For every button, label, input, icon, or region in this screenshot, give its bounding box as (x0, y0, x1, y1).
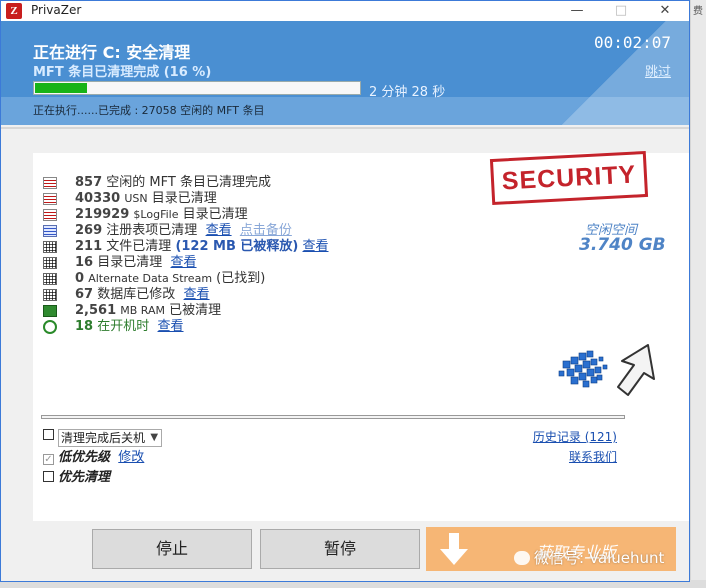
privazer-logo-icon: Z (6, 3, 22, 19)
view-folders-link[interactable]: 查看 (171, 255, 197, 270)
maximize-button[interactable]: □ (601, 1, 641, 21)
item-text: 注册表项已清理 (106, 223, 198, 238)
backup-link[interactable]: 点击备份 (240, 223, 292, 238)
status-header: 正在进行 C: 安全清理 MFT 条目已清理完成 (16 %) 00:02:07… (1, 21, 689, 125)
item-text: 已被清理 (169, 303, 222, 318)
view-databases-link[interactable]: 查看 (184, 287, 210, 302)
priority-clean-label: 优先清理 (58, 470, 111, 485)
progress-fill (35, 83, 87, 93)
shutdown-option: 清理完成后关机 ▼ (43, 428, 163, 447)
contact-link[interactable]: 联系我们 (569, 448, 617, 465)
item-count: 2,561 (75, 303, 117, 318)
download-arrow-icon (440, 533, 468, 565)
item-count: 857 (75, 175, 103, 190)
item-text: 在开机时 (97, 319, 150, 334)
privazer-window: Z PrivaZer — □ ✕ 正在进行 C: 安全清理 MFT 条目已清理完… (0, 0, 690, 582)
close-button[interactable]: ✕ (645, 1, 685, 21)
grid-icon (43, 273, 57, 285)
priority-clean-option: 优先清理 (43, 466, 110, 485)
background-window-edge (690, 0, 706, 588)
startup-clock-icon (43, 320, 57, 334)
registry-icon (43, 225, 57, 237)
shutdown-dropdown[interactable]: 清理完成后关机 ▼ (58, 429, 163, 447)
stamp-text: SECURITY (501, 160, 637, 196)
red-bars-icon (43, 209, 57, 221)
title-bar[interactable]: Z PrivaZer — □ ✕ (1, 1, 689, 21)
item-count: 219929 (75, 207, 130, 222)
cleanup-subtitle: MFT 条目已清理完成 (16 %) (33, 65, 212, 80)
cleanup-title: 正在进行 C: 安全清理 (33, 43, 191, 62)
item-count: 16 (75, 255, 94, 270)
elapsed-timer: 00:02:07 (593, 33, 671, 52)
watermark: 微信号: Valuehunt (514, 547, 664, 568)
free-space-value: 3.740 GB (579, 235, 666, 255)
freed-space-note: (122 MB 已被释放) (175, 239, 299, 254)
stop-button[interactable]: 停止 (92, 529, 252, 569)
view-registry-link[interactable]: 查看 (206, 223, 232, 238)
security-stamp: SECURITY (489, 150, 649, 206)
item-label: $LogFile (133, 208, 179, 221)
skip-link[interactable]: 跳过 (645, 61, 671, 80)
view-startup-link[interactable]: 查看 (158, 319, 184, 334)
wechat-icon (514, 551, 530, 565)
background-window-text: 费 (693, 6, 703, 17)
horizontal-scrollbar[interactable] (41, 415, 625, 419)
item-count: 67 (75, 287, 94, 302)
item-count: 0 (75, 271, 85, 286)
modify-link[interactable]: 修改 (118, 450, 144, 465)
red-bars-icon (43, 177, 57, 189)
view-files-link[interactable]: 查看 (303, 239, 329, 254)
shutdown-label: 清理完成后关机 (61, 431, 146, 445)
minimize-button[interactable]: — (557, 1, 597, 21)
low-priority-checkbox[interactable]: ✓ (43, 454, 54, 465)
item-text: 目录已清理 (151, 191, 217, 206)
item-text: (已找到) (216, 271, 266, 286)
item-text: 目录已清理 (97, 255, 163, 270)
item-label: MB RAM (120, 304, 166, 317)
item-text: 目录已清理 (182, 207, 248, 222)
priority-clean-checkbox[interactable] (43, 471, 54, 482)
item-count: 18 (75, 319, 94, 334)
item-label: Alternate Data Stream (88, 272, 213, 285)
history-link[interactable]: 历史记录 (121) (533, 428, 617, 445)
window-title: PrivaZer (31, 3, 82, 17)
ram-icon (43, 305, 57, 317)
grid-icon (43, 289, 57, 301)
grid-icon (43, 241, 57, 253)
low-priority-label: 低优先级 (58, 450, 111, 465)
item-text: 数据库已修改 (97, 287, 176, 302)
item-text: 文件已清理 (106, 239, 172, 254)
item-count: 40330 (75, 191, 121, 206)
progress-bar (33, 81, 361, 95)
item-label: USN (124, 192, 148, 205)
item-count: 269 (75, 223, 103, 238)
item-text: 空闲的 MFT 条目已清理完成 (106, 175, 271, 190)
remaining-time: 2 分钟 28 秒 (369, 85, 446, 100)
low-priority-option: ✓ 低优先级 修改 (43, 446, 144, 465)
header-separator (1, 127, 689, 129)
chevron-down-icon: ▼ (150, 432, 159, 443)
grid-icon (43, 257, 57, 269)
red-bars-icon (43, 193, 57, 205)
executing-status: 正在执行......已完成 : 27058 空闲的 MFT 条目 (33, 104, 265, 117)
watermark-text: 微信号: Valuehunt (534, 549, 665, 567)
pause-button[interactable]: 暂停 (260, 529, 420, 569)
item-count: 211 (75, 239, 103, 254)
cursor-arrow-icon (617, 344, 655, 396)
results-panel: 857 空闲的 MFT 条目已清理完成 40330 USN 目录已清理 2199… (33, 150, 689, 521)
shutdown-checkbox[interactable] (43, 429, 54, 440)
